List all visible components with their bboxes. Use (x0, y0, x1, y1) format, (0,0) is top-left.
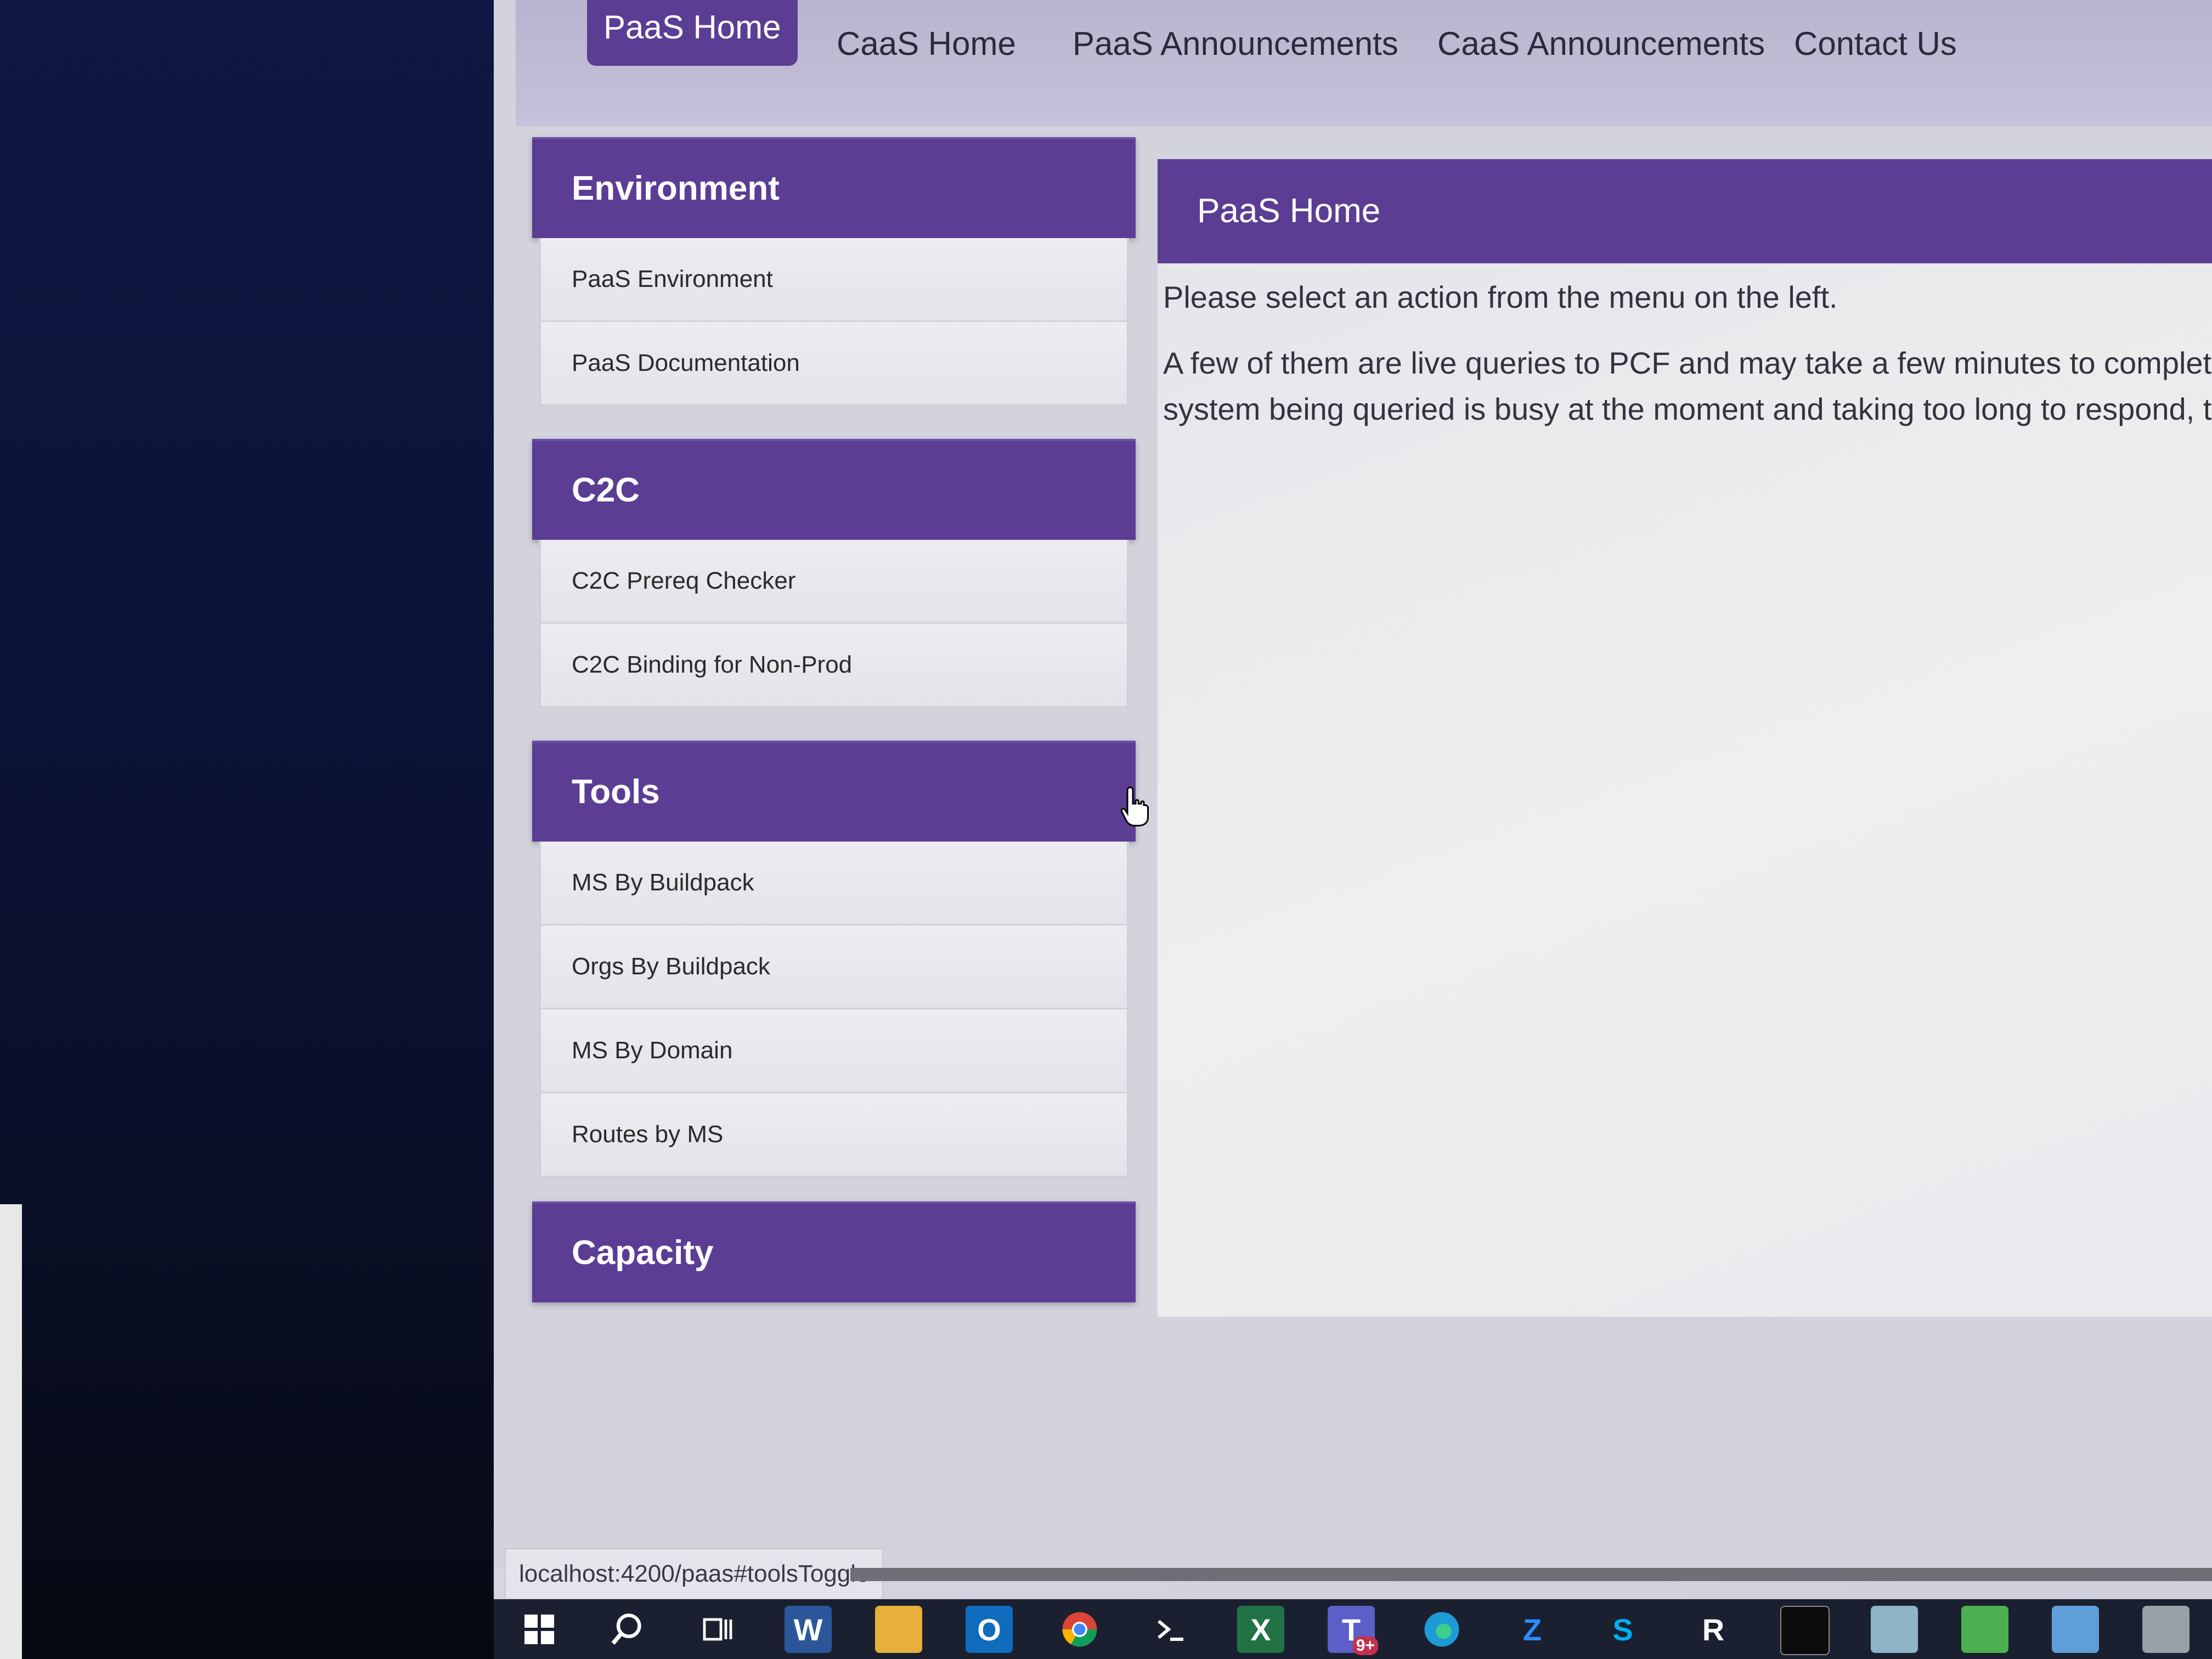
zoom-icon[interactable]: Z (1509, 1606, 1556, 1653)
outlook-icon[interactable]: O (966, 1606, 1013, 1653)
status-url: localhost:4200/paas#toolsToggle (505, 1548, 884, 1600)
instruction-text: Please select an action from the menu on… (1163, 280, 1838, 314)
top-navigation: PaaS Home CaaS Home PaaS Announcements C… (516, 0, 2212, 126)
terminal-icon[interactable] (1147, 1606, 1194, 1653)
panel-list-tools: MS By Buildpack Orgs By Buildpack MS By … (539, 842, 1129, 1178)
panel-c2c: C2C C2C Prereq Checker C2C Binding for N… (532, 439, 1136, 708)
app2-icon[interactable] (2052, 1606, 2099, 1653)
sidebar-item-ms-by-buildpack[interactable]: MS By Buildpack (541, 842, 1127, 926)
nav-tab-paas-announcements[interactable]: PaaS Announcements (1056, 11, 1415, 77)
sidebar-item-routes-by-ms[interactable]: Routes by MS (541, 1093, 1127, 1176)
sidebar-item-c2c-prereq-checker[interactable]: C2C Prereq Checker (541, 540, 1127, 624)
panel-header-c2c[interactable]: C2C (532, 439, 1136, 540)
panel-tools: Tools MS By Buildpack Orgs By Buildpack … (532, 741, 1136, 1178)
app-icon[interactable] (1871, 1606, 1918, 1653)
content-body: Please select an action from the menu on… (1158, 263, 2212, 432)
sidebar-item-orgs-by-buildpack[interactable]: Orgs By Buildpack (541, 926, 1127, 1009)
chrome-icon[interactable] (1056, 1606, 1103, 1653)
app3-icon[interactable] (2142, 1606, 2190, 1653)
nav-tab-caas-home[interactable]: CaaS Home (820, 11, 1032, 77)
skype-icon[interactable]: S (1599, 1606, 1646, 1653)
task-view-icon[interactable] (694, 1606, 741, 1653)
file-explorer-icon[interactable] (875, 1606, 922, 1653)
sidebar-item-paas-environment[interactable]: PaaS Environment (541, 238, 1127, 322)
nav-tab-paas-home[interactable]: PaaS Home (587, 0, 798, 66)
info-text-line-2: system being queried is busy at the mome… (1163, 392, 2212, 426)
teams-badge: 9+ (1352, 1637, 1378, 1655)
panel-header-capacity[interactable]: Capacity (532, 1201, 1136, 1302)
status-divider (850, 1568, 2212, 1581)
nav-tab-caas-announcements[interactable]: CaaS Announcements (1421, 11, 1781, 77)
word-icon[interactable]: W (785, 1606, 832, 1653)
panel-capacity: Capacity (532, 1201, 1136, 1302)
page-title: PaaS Home (1158, 159, 2212, 263)
panel-header-tools[interactable]: Tools (532, 741, 1136, 842)
r-icon[interactable]: R (1690, 1606, 1737, 1653)
nav-tab-contact-us[interactable]: Contact Us (1778, 11, 1973, 77)
search-icon[interactable] (603, 1606, 651, 1653)
app-window: PaaS Home CaaS Home PaaS Announcements C… (494, 0, 2212, 1600)
main-content: PaaS Home Please select an action from t… (1158, 159, 2212, 1317)
cmd-icon[interactable] (1780, 1606, 1830, 1655)
panel-list-c2c: C2C Prereq Checker C2C Binding for Non-P… (539, 540, 1129, 708)
panel-list-environment: PaaS Environment PaaS Documentation (539, 238, 1129, 407)
sheets-icon[interactable] (1961, 1606, 2008, 1653)
panel-header-environment[interactable]: Environment (532, 137, 1136, 238)
desk-background (0, 0, 510, 1659)
teams-icon[interactable]: T 9+ (1328, 1606, 1378, 1655)
panel-environment: Environment PaaS Environment PaaS Docume… (532, 137, 1136, 407)
excel-icon[interactable]: X (1237, 1606, 1284, 1653)
hand-pointer-cursor-icon (1120, 786, 1149, 827)
monitor-screen: PaaS Home CaaS Home PaaS Announcements C… (494, 0, 2212, 1659)
info-text-line-1: A few of them are live queries to PCF an… (1163, 346, 2212, 380)
sidebar-item-ms-by-domain[interactable]: MS By Domain (541, 1009, 1127, 1093)
windows-start-icon[interactable] (516, 1606, 563, 1653)
sidebar-item-paas-documentation[interactable]: PaaS Documentation (541, 322, 1127, 404)
sidebar-item-c2c-binding[interactable]: C2C Binding for Non-Prod (541, 624, 1127, 706)
paper-edge (0, 1204, 22, 1659)
taskbar: W O X T 9+ Z S R (494, 1599, 2212, 1659)
edge-icon[interactable] (1418, 1606, 1465, 1653)
